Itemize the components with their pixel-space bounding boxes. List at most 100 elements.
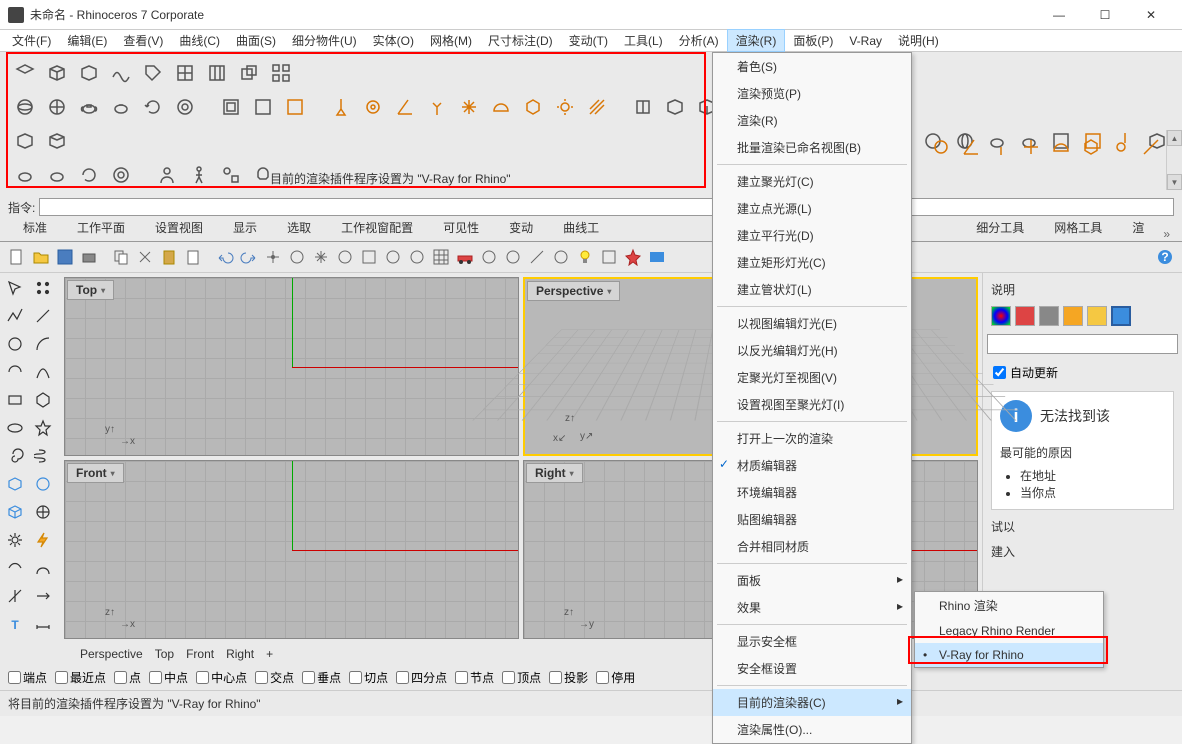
print-icon[interactable] bbox=[78, 246, 100, 268]
helix-icon[interactable] bbox=[30, 443, 56, 469]
shapes-icon[interactable] bbox=[218, 162, 244, 188]
dd-pointlight[interactable]: 建立点光源(L) bbox=[713, 195, 911, 222]
vtab-front[interactable]: Front bbox=[186, 647, 214, 661]
menu-view[interactable]: 查看(V) bbox=[115, 30, 171, 51]
teapot-icon[interactable] bbox=[76, 94, 102, 120]
save-icon[interactable] bbox=[54, 246, 76, 268]
menu-file[interactable]: 文件(F) bbox=[4, 30, 59, 51]
curve-icon[interactable] bbox=[30, 359, 56, 385]
help-icon[interactable]: ? bbox=[1154, 246, 1176, 268]
minimize-button[interactable]: — bbox=[1036, 0, 1082, 30]
more4-icon[interactable] bbox=[406, 246, 428, 268]
viewport-right-label[interactable]: Right bbox=[526, 463, 583, 483]
pin-icon[interactable] bbox=[328, 94, 354, 120]
hex-icon[interactable] bbox=[520, 94, 546, 120]
tab-overflow-icon[interactable]: » bbox=[1159, 227, 1174, 241]
osnap-disable[interactable]: 停用 bbox=[596, 669, 635, 686]
wave-icon[interactable] bbox=[108, 60, 134, 86]
scroll-down-icon[interactable]: ▼ bbox=[1167, 174, 1182, 190]
star-icon[interactable] bbox=[30, 415, 56, 441]
maximize-button[interactable]: ☐ bbox=[1082, 0, 1128, 30]
grid2-icon[interactable] bbox=[204, 60, 230, 86]
color-wheel-icon[interactable] bbox=[991, 306, 1011, 326]
mesh1-icon[interactable] bbox=[2, 499, 28, 525]
clipboard-icon[interactable] bbox=[182, 246, 204, 268]
teapot6-icon[interactable] bbox=[44, 162, 70, 188]
scroll-up-icon[interactable]: ▲ bbox=[1167, 130, 1182, 146]
box-icon[interactable] bbox=[2, 471, 28, 497]
antenna-icon[interactable] bbox=[424, 94, 450, 120]
pan-icon[interactable] bbox=[262, 246, 284, 268]
new-icon[interactable] bbox=[6, 246, 28, 268]
zoom-icon[interactable] bbox=[310, 246, 332, 268]
menu-analyze[interactable]: 分析(A) bbox=[671, 30, 727, 51]
more7-icon[interactable] bbox=[526, 246, 548, 268]
menu-edit[interactable]: 编辑(E) bbox=[59, 30, 115, 51]
menu-mesh[interactable]: 网格(M) bbox=[422, 30, 480, 51]
r-sparkle-icon[interactable] bbox=[1018, 134, 1044, 160]
dd-enveditor[interactable]: 环境编辑器 bbox=[713, 479, 911, 506]
bulb-icon[interactable] bbox=[574, 246, 596, 268]
dd-texeditor[interactable]: 贴图编辑器 bbox=[713, 506, 911, 533]
osnap-project[interactable]: 投影 bbox=[549, 669, 588, 686]
walk-icon[interactable] bbox=[186, 162, 212, 188]
dd-rectlight[interactable]: 建立矩形灯光(C) bbox=[713, 249, 911, 276]
copy-icon[interactable] bbox=[110, 246, 132, 268]
grid1-icon[interactable] bbox=[172, 60, 198, 86]
auto-update-check[interactable] bbox=[993, 366, 1006, 379]
cube2-icon[interactable] bbox=[76, 60, 102, 86]
text-icon[interactable]: T bbox=[2, 611, 28, 637]
osnap-int[interactable]: 交点 bbox=[255, 669, 294, 686]
menu-transform[interactable]: 变动(T) bbox=[561, 30, 616, 51]
osnap-end[interactable]: 端点 bbox=[8, 669, 47, 686]
dd-editviewlight[interactable]: 以视图编辑灯光(E) bbox=[713, 310, 911, 337]
dots-icon[interactable] bbox=[30, 275, 56, 301]
osnap-center[interactable]: 中心点 bbox=[196, 669, 247, 686]
osnap-point[interactable]: 点 bbox=[114, 669, 141, 686]
r-sun-icon[interactable] bbox=[1108, 134, 1134, 160]
sub-vray[interactable]: V-Ray for Rhino bbox=[915, 643, 1103, 667]
selected-panel-icon[interactable] bbox=[1111, 306, 1131, 326]
cut-icon[interactable] bbox=[134, 246, 156, 268]
menu-dimension[interactable]: 尺寸标注(D) bbox=[480, 30, 561, 51]
dd-tubelight[interactable]: 建立管状灯(L) bbox=[713, 276, 911, 303]
viewport-top-label[interactable]: Top bbox=[67, 280, 114, 300]
vtab-right[interactable]: Right bbox=[226, 647, 254, 661]
gear-icon[interactable] bbox=[2, 527, 28, 553]
viewport-front-label[interactable]: Front bbox=[67, 463, 124, 483]
car-icon[interactable] bbox=[454, 246, 476, 268]
teapot2-icon[interactable] bbox=[108, 94, 134, 120]
dd-panels[interactable]: 面板 bbox=[713, 567, 911, 594]
brush-icon[interactable] bbox=[1063, 306, 1083, 326]
flash-icon[interactable] bbox=[30, 527, 56, 553]
dome-icon[interactable] bbox=[488, 94, 514, 120]
r-antenna-icon[interactable] bbox=[988, 134, 1014, 160]
teapot5-icon[interactable] bbox=[12, 162, 38, 188]
rays-icon[interactable] bbox=[584, 94, 610, 120]
line-icon[interactable] bbox=[30, 303, 56, 329]
dd-lastopen[interactable]: 打开上一次的渲染 bbox=[713, 425, 911, 452]
tab-workplane[interactable]: 工作平面 bbox=[62, 214, 140, 241]
vray-logo-icon[interactable] bbox=[646, 246, 668, 268]
trim-icon[interactable] bbox=[2, 583, 28, 609]
frame-sparkle-icon[interactable] bbox=[282, 94, 308, 120]
cube-icon[interactable] bbox=[44, 60, 70, 86]
circle-icon[interactable] bbox=[2, 331, 28, 357]
vray-icon[interactable] bbox=[12, 60, 38, 86]
cube5-icon[interactable] bbox=[12, 128, 38, 154]
more3-icon[interactable] bbox=[382, 246, 404, 268]
auto-update-checkbox[interactable]: 自动更新 bbox=[987, 358, 1178, 387]
rotate-icon[interactable] bbox=[286, 246, 308, 268]
osnap-perp[interactable]: 垂点 bbox=[302, 669, 341, 686]
sub-rhino[interactable]: Rhino 渲染 bbox=[915, 592, 1103, 619]
sub-legacy[interactable]: Legacy Rhino Render bbox=[915, 619, 1103, 643]
extend-icon[interactable] bbox=[30, 583, 56, 609]
ellipse-icon[interactable] bbox=[2, 415, 28, 441]
dd-shade[interactable]: 着色(S) bbox=[713, 53, 911, 80]
grid-icon[interactable] bbox=[430, 246, 452, 268]
menu-surface[interactable]: 曲面(S) bbox=[228, 30, 284, 51]
tab-transform[interactable]: 变动 bbox=[494, 214, 548, 241]
arrow-icon[interactable] bbox=[2, 275, 28, 301]
sparkle-icon[interactable] bbox=[456, 94, 482, 120]
cube3-icon[interactable] bbox=[662, 94, 688, 120]
